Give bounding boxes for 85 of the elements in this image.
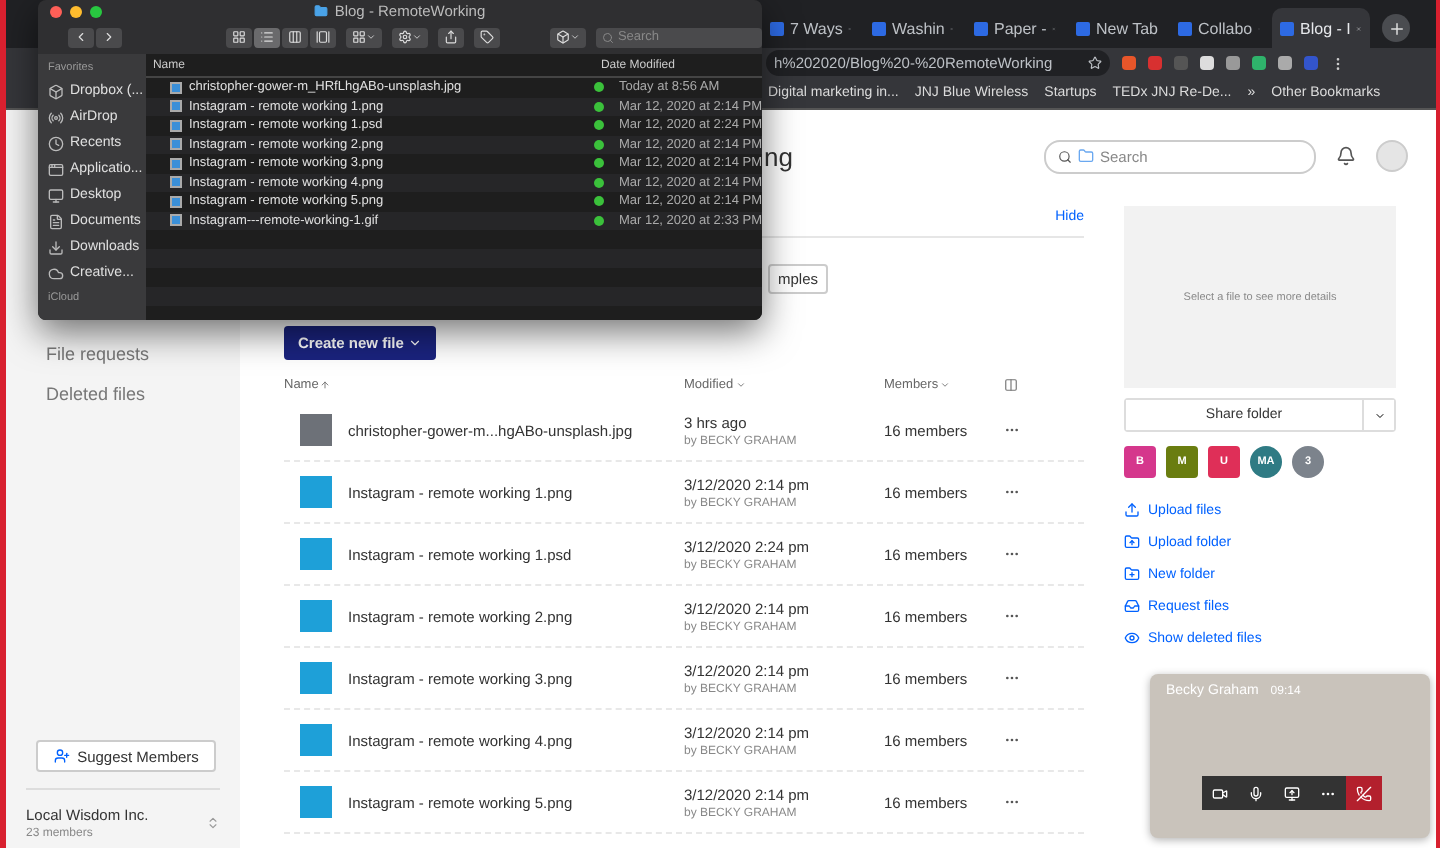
- favicon-icon: [1178, 21, 1192, 35]
- view-button[interactable]: [309, 27, 336, 47]
- search-icon: [1058, 149, 1072, 163]
- group-button[interactable]: [345, 27, 382, 47]
- chevron-left-icon: [74, 30, 88, 44]
- sidebar-link[interactable]: File requests: [6, 334, 240, 374]
- hang-up-button[interactable]: [1346, 776, 1382, 810]
- view-button[interactable]: [281, 27, 308, 47]
- bell-icon[interactable]: [1336, 146, 1356, 166]
- chevron-right-icon: [102, 30, 116, 44]
- browser-tab[interactable]: 7 Ways: [762, 8, 860, 48]
- eye-icon: [1124, 630, 1140, 646]
- favicon-icon: [1076, 21, 1090, 35]
- search-icon: [601, 31, 614, 43]
- browser-tab[interactable]: Paper -: [966, 8, 1064, 48]
- image-thumbnail: [300, 538, 332, 570]
- tag-button[interactable]: [473, 27, 500, 47]
- action-button[interactable]: [391, 27, 428, 47]
- caret-icon: [365, 32, 376, 42]
- document-icon: [48, 213, 64, 229]
- share-button[interactable]: [437, 27, 464, 47]
- star-icon[interactable]: [1088, 56, 1102, 70]
- image-thumbnail: [300, 724, 332, 756]
- folder-icon: [1078, 148, 1094, 164]
- caret-icon: [940, 379, 951, 389]
- box-icon: [48, 83, 64, 99]
- forward-button[interactable]: [96, 27, 122, 47]
- sort-arrow-icon: [320, 379, 331, 389]
- browser-tab[interactable]: Washin: [864, 8, 962, 48]
- inbox-icon: [1124, 598, 1140, 614]
- view-options-icon[interactable]: [1004, 377, 1018, 391]
- favicon-icon: [974, 21, 988, 35]
- airdrop-icon: [48, 109, 64, 125]
- gallery-icon: [315, 30, 330, 44]
- plus-icon: [1387, 19, 1405, 37]
- switch-icon[interactable]: [206, 816, 220, 830]
- favicon-icon: [770, 21, 784, 35]
- photo-placeholder: [300, 414, 332, 446]
- folder-icon: [314, 3, 329, 17]
- hang-up-icon: [1356, 785, 1372, 801]
- add-people-icon: [53, 748, 70, 764]
- caret-icon: [569, 32, 580, 42]
- browser-tab[interactable]: New Tab: [1068, 8, 1166, 48]
- image-thumbnail: [300, 476, 332, 508]
- favicon-icon: [1280, 21, 1294, 35]
- caret-icon: [407, 336, 422, 350]
- browser-tab[interactable]: Blog - I: [1272, 8, 1370, 48]
- view-button[interactable]: [253, 27, 280, 47]
- zoom-button[interactable]: [90, 6, 102, 18]
- minimize-button[interactable]: [70, 6, 82, 18]
- browser-tab[interactable]: Collabo: [1170, 8, 1268, 48]
- caret-icon: [1373, 409, 1385, 421]
- back-button[interactable]: [68, 27, 94, 47]
- image-thumbnail: [300, 662, 332, 694]
- screen-share-icon: [1284, 785, 1300, 801]
- app-window-icon: [48, 161, 64, 177]
- cloud-icon: [48, 265, 64, 281]
- view-button[interactable]: [225, 27, 252, 47]
- box-icon: [555, 30, 570, 44]
- camera-button[interactable]: [1202, 776, 1238, 810]
- microphone-icon: [1248, 785, 1264, 801]
- columns-icon: [287, 30, 302, 44]
- page-title: ng: [764, 141, 795, 171]
- image-thumbnail: [300, 786, 332, 818]
- upload-icon: [1124, 502, 1140, 518]
- camera-icon: [1212, 785, 1228, 801]
- dropbox-button[interactable]: [549, 27, 586, 47]
- download-icon: [48, 239, 64, 255]
- sidebar-link[interactable]: Deleted files: [6, 374, 240, 414]
- caret-icon: [735, 379, 746, 389]
- caret-icon: [411, 32, 422, 42]
- grid-icon: [231, 30, 246, 44]
- clock-icon: [48, 135, 64, 151]
- gear-icon: [397, 30, 412, 44]
- monitor-icon: [48, 187, 64, 203]
- folder-plus-icon: [1124, 566, 1140, 582]
- favicon-icon: [872, 21, 886, 35]
- list-icon: [259, 30, 274, 44]
- folder-upload-icon: [1124, 534, 1140, 550]
- grid-icon: [351, 30, 366, 44]
- tag-icon: [479, 30, 494, 44]
- image-thumbnail: [300, 600, 332, 632]
- new-tab-button[interactable]: [1382, 14, 1410, 42]
- share-icon: [443, 30, 458, 44]
- close-button[interactable]: [50, 6, 62, 18]
